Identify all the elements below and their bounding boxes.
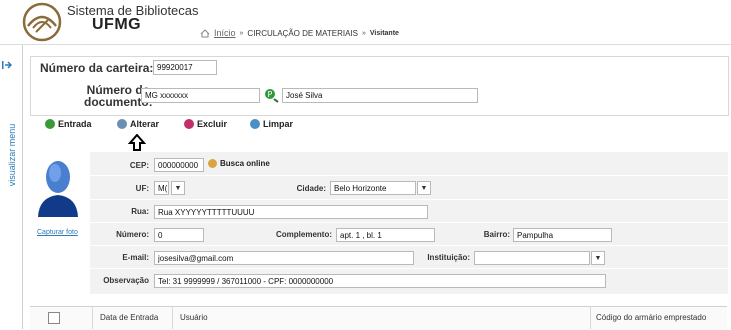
uf-select[interactable]: M( [154, 181, 169, 195]
add-icon [45, 119, 55, 129]
delete-icon [184, 119, 194, 129]
home-icon [200, 28, 210, 37]
ufmg-logo [22, 2, 62, 42]
user-search-icon[interactable]: P [264, 88, 279, 103]
column-header-data-entrada[interactable]: Data de Entrada [100, 313, 158, 322]
instituicao-dropdown-icon[interactable]: ▼ [591, 251, 605, 265]
cep-label: CEP: [129, 161, 149, 170]
column-divider [172, 306, 173, 329]
instituicao-label: Instituição: [427, 253, 470, 262]
instituicao-select[interactable] [474, 251, 590, 265]
excluir-label: Excluir [197, 119, 228, 129]
column-divider [92, 306, 93, 329]
limpar-label: Limpar [263, 119, 294, 129]
document-number-input[interactable]: MG xxxxxxx [141, 88, 260, 103]
person-name-input[interactable]: José Silva [282, 88, 478, 103]
uf-dropdown-icon[interactable]: ▼ [171, 181, 185, 195]
breadcrumb-section: CIRCULAÇÃO DE MATERIAIS [247, 28, 358, 38]
entrada-button[interactable]: Entrada [45, 119, 92, 129]
limpar-button[interactable]: Limpar [250, 119, 293, 129]
row-divider [90, 222, 728, 223]
user-photo [33, 151, 83, 217]
row-divider [90, 199, 728, 200]
numero-label: Número: [116, 230, 149, 239]
breadcrumb-home-link[interactable]: Início [214, 28, 236, 38]
visualizar-menu-toggle[interactable]: visualizar menu [7, 115, 17, 195]
alterar-label: Alterar [130, 119, 160, 129]
observacao-input[interactable]: Tel: 31 9999999 / 367011000 - CPF: 00000… [154, 274, 606, 288]
refresh-icon [117, 119, 127, 129]
column-header-codigo-armario[interactable]: Código do armário emprestado [596, 313, 706, 322]
complemento-input[interactable]: apt. 1 , bl. 1 [336, 228, 435, 242]
search-icon [208, 159, 217, 168]
row-divider [90, 245, 728, 246]
row-divider [90, 268, 728, 269]
pointer-arrow-icon [128, 134, 146, 151]
email-field[interactable]: josesilva@gmail.com [154, 251, 414, 265]
breadcrumb-separator-icon: » [239, 29, 244, 37]
select-all-checkbox[interactable] [48, 312, 60, 324]
column-header-usuario[interactable]: Usuário [180, 313, 208, 322]
excluir-button[interactable]: Excluir [184, 119, 227, 129]
header-divider [0, 44, 731, 45]
breadcrumb-current: Visitante [369, 29, 399, 37]
email-label: E-mail: [122, 253, 149, 262]
breadcrumb-separator-icon: » [361, 29, 366, 37]
breadcrumb: Início » CIRCULAÇÃO DE MATERIAIS » Visit… [200, 28, 399, 38]
cidade-dropdown-icon[interactable]: ▼ [417, 181, 431, 195]
complemento-label: Complemento: [276, 230, 332, 239]
column-divider [590, 306, 591, 329]
bairro-input[interactable]: Pampulha [513, 228, 612, 242]
cidade-label: Cidade: [296, 184, 326, 193]
numero-input[interactable]: 0 [154, 228, 204, 242]
cidade-select[interactable]: Belo Horizonte [330, 181, 416, 195]
capture-photo-link[interactable]: Capturar foto [37, 229, 78, 236]
busca-online-label: Busca online [220, 159, 270, 168]
rua-label: Rua: [131, 207, 149, 216]
busca-online-button[interactable]: Busca online [208, 159, 270, 168]
clear-icon [250, 119, 260, 129]
uf-label: UF: [135, 184, 149, 193]
entrada-label: Entrada [58, 119, 92, 129]
rua-input[interactable]: Rua XYYYYYTTTTTUUUU [154, 205, 428, 219]
expand-menu-icon[interactable] [2, 60, 12, 70]
row-divider [90, 175, 728, 176]
address-form [90, 152, 728, 294]
bairro-label: Bairro: [483, 230, 510, 239]
observacao-label: Observação [103, 276, 149, 285]
cep-input[interactable]: 000000000 [154, 158, 204, 172]
card-number-label: Número da carteira: [40, 61, 154, 75]
svg-text:P: P [268, 90, 273, 99]
card-number-input[interactable]: 99920017 [153, 60, 217, 75]
system-subtitle: UFMG [92, 16, 142, 33]
alterar-button[interactable]: Alterar [117, 119, 159, 129]
